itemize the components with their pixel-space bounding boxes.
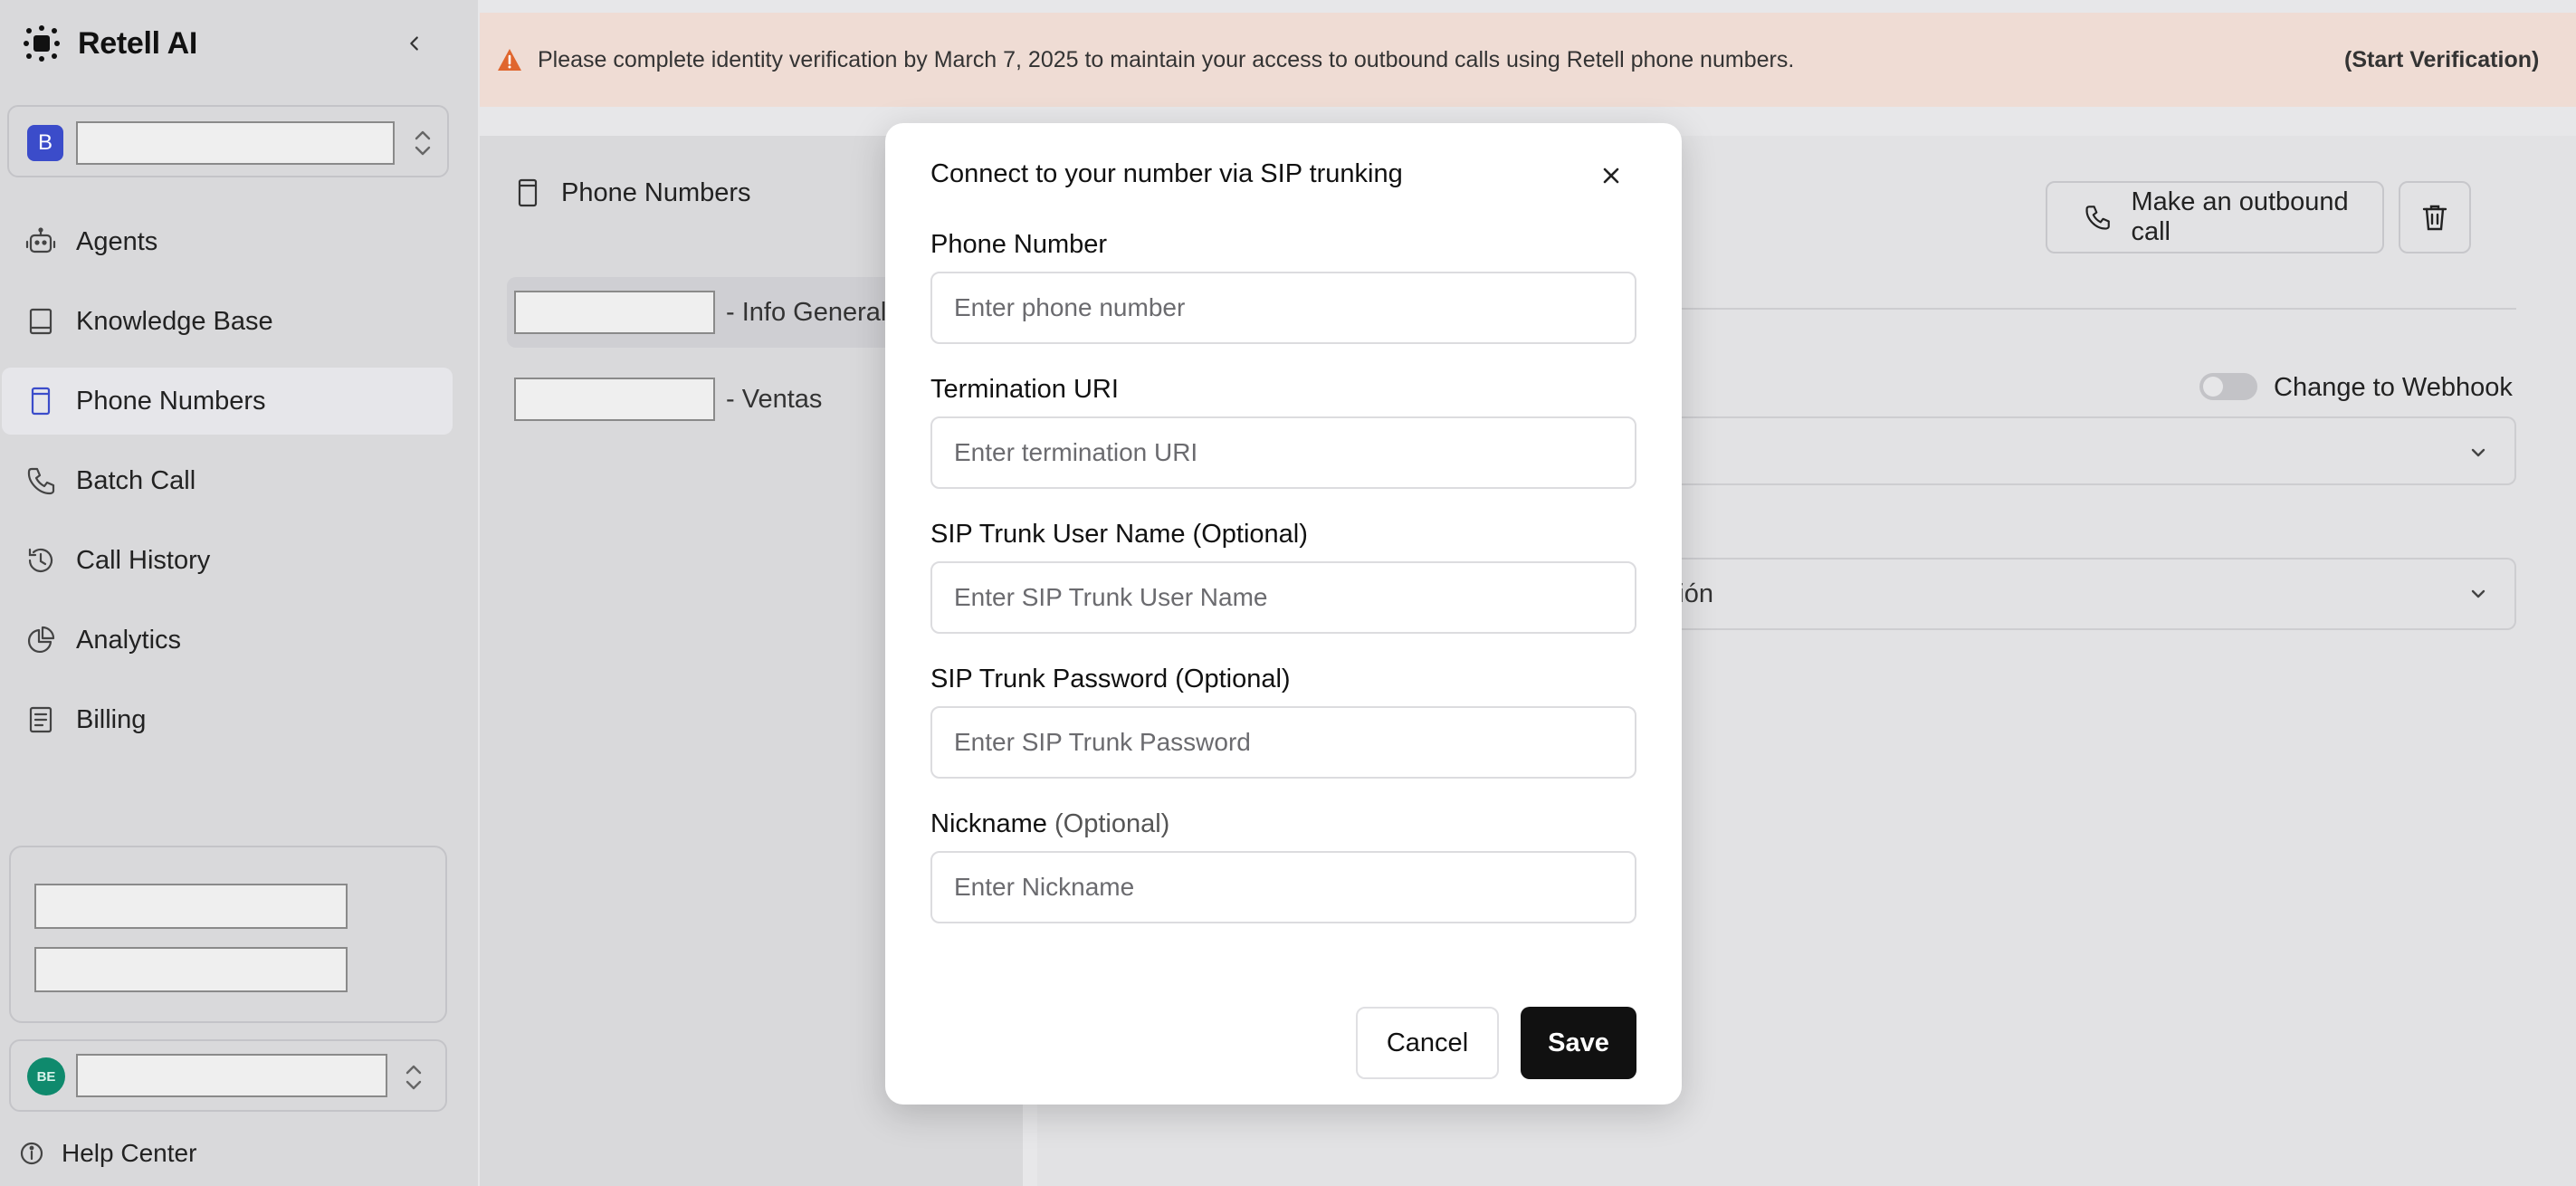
nickname-label: Nickname (Optional) <box>930 809 1169 839</box>
sip-trunk-username-input[interactable] <box>930 561 1636 634</box>
cancel-button[interactable]: Cancel <box>1356 1007 1499 1079</box>
close-icon <box>1603 167 1619 184</box>
optional-hint: (Optional) <box>1054 809 1170 838</box>
phone-number-label: Phone Number <box>930 230 1107 260</box>
phone-number-input[interactable] <box>930 272 1636 344</box>
save-button[interactable]: Save <box>1521 1007 1636 1079</box>
close-dialog-button[interactable] <box>1597 161 1626 190</box>
sip-trunk-password-input[interactable] <box>930 706 1636 779</box>
sip-trunk-username-label: SIP Trunk User Name (Optional) <box>930 520 1308 550</box>
field-label-text: Phone Number <box>930 230 1108 259</box>
field-label-text: SIP Trunk User Name (Optional) <box>930 520 1308 549</box>
sip-trunk-password-label: SIP Trunk Password (Optional) <box>930 665 1291 694</box>
nickname-input[interactable] <box>930 851 1636 923</box>
sip-trunking-dialog: Connect to your number via SIP trunking … <box>885 123 1682 1105</box>
dialog-title: Connect to your number via SIP trunking <box>930 159 1403 188</box>
termination-uri-label: Termination URI <box>930 375 1119 405</box>
field-label-text: Nickname <box>930 809 1047 838</box>
field-label-text: Termination URI <box>930 375 1119 404</box>
termination-uri-input[interactable] <box>930 416 1636 489</box>
field-label-text: SIP Trunk Password (Optional) <box>930 665 1291 693</box>
